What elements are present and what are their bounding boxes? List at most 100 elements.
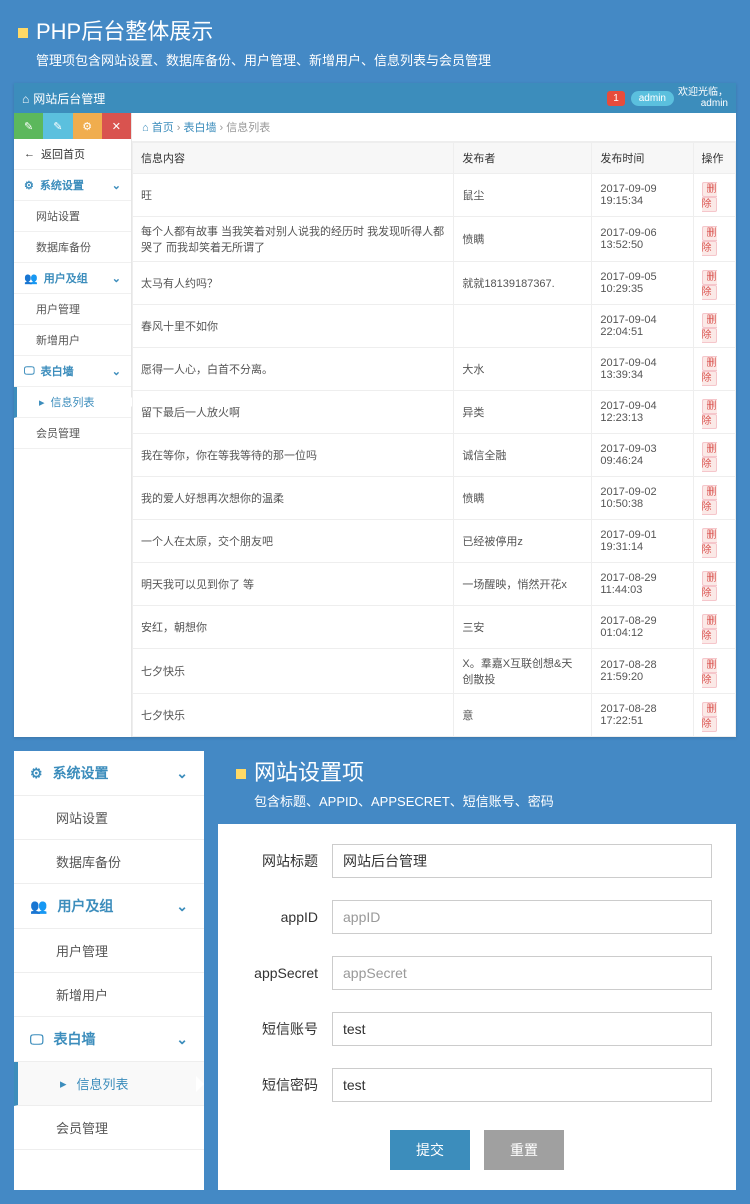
input-sms-account[interactable] bbox=[332, 1012, 712, 1046]
delete-button[interactable]: 删除 bbox=[702, 702, 717, 732]
sidebar-group-users[interactable]: 👥用户及组⌄ bbox=[14, 263, 131, 294]
cell-content: 春风十里不如你 bbox=[133, 305, 454, 348]
label-title: 网站标题 bbox=[242, 851, 332, 871]
section1-sub: 管理项包含网站设置、数据库备份、用户管理、新增用户、信息列表与会员管理 bbox=[0, 50, 750, 83]
sidebar-color-buttons: ✎ ✎ ⚙ ✕ bbox=[14, 113, 131, 139]
cell-time: 2017-09-09 19:15:34 bbox=[592, 174, 693, 217]
cell-user: 大水 bbox=[454, 348, 592, 391]
label-appid: appID bbox=[242, 909, 332, 925]
back-icon: ← bbox=[24, 148, 35, 160]
table-row: 太马有人约吗？就就18139187367.2017-09-05 10:29:35… bbox=[133, 262, 736, 305]
input-site-title[interactable] bbox=[332, 844, 712, 878]
delete-button[interactable]: 删除 bbox=[702, 270, 717, 300]
gear-icon: ⚙ bbox=[30, 765, 43, 782]
input-appid[interactable] bbox=[332, 900, 712, 934]
sb2-site-settings[interactable]: 网站设置 bbox=[14, 796, 204, 840]
header-bar: 网站后台管理 1 admin 欢迎光临， admin bbox=[14, 83, 736, 113]
table-header: 操作 bbox=[693, 143, 735, 174]
red-button[interactable]: ✕ bbox=[102, 113, 131, 139]
sb2-add-user[interactable]: 新增用户 bbox=[14, 973, 204, 1017]
section2-title: 网站设置项 bbox=[218, 751, 736, 791]
cell-content: 旺 bbox=[133, 174, 454, 217]
delete-button[interactable]: 删除 bbox=[702, 571, 717, 601]
cell-content: 太马有人约吗？ bbox=[133, 262, 454, 305]
sidebar: ✎ ✎ ⚙ ✕ ←返回首页 ⚙系统设置⌄ 网站设置 数据库备份 👥用户及组⌄ 用… bbox=[14, 113, 132, 737]
delete-button[interactable]: 删除 bbox=[702, 182, 717, 212]
chevron-down-icon: ⌄ bbox=[112, 365, 121, 378]
table-row: 我在等你，你在等我等待的那一位吗诚信全融2017-09-03 09:46:24 删… bbox=[133, 434, 736, 477]
cell-time: 2017-09-04 13:39:34 bbox=[592, 348, 693, 391]
chevron-down-icon: ⌄ bbox=[176, 898, 188, 915]
sidebar-member-mgmt[interactable]: 会员管理 bbox=[14, 418, 131, 449]
table-header: 发布时间 bbox=[592, 143, 693, 174]
sidebar-info-list[interactable]: ▸信息列表 bbox=[14, 387, 131, 418]
cell-content: 七夕快乐 bbox=[133, 649, 454, 694]
table-row: 春风十里不如你 2017-09-04 22:04:51 删除 bbox=[133, 305, 736, 348]
cell-time: 2017-09-06 13:52:50 bbox=[592, 217, 693, 262]
delete-button[interactable]: 删除 bbox=[702, 226, 717, 256]
input-sms-password[interactable] bbox=[332, 1068, 712, 1102]
admin-tag[interactable]: admin bbox=[631, 91, 674, 106]
sidebar-group-system[interactable]: ⚙系统设置⌄ bbox=[14, 170, 131, 201]
delete-button[interactable]: 删除 bbox=[702, 528, 717, 558]
monitor-icon: 🖵 bbox=[24, 365, 35, 378]
cell-user: 就就18139187367. bbox=[454, 262, 592, 305]
sb2-info-list[interactable]: ▸ 信息列表 bbox=[14, 1062, 204, 1106]
reset-button[interactable]: 重置 bbox=[484, 1130, 564, 1170]
delete-button[interactable]: 删除 bbox=[702, 614, 717, 644]
chevron-down-icon: ⌄ bbox=[176, 1031, 188, 1048]
submit-button[interactable]: 提交 bbox=[390, 1130, 470, 1170]
delete-button[interactable]: 删除 bbox=[702, 485, 717, 515]
cell-time: 2017-09-02 10:50:38 bbox=[592, 477, 693, 520]
sb2-system[interactable]: ⚙系统设置⌄ bbox=[14, 751, 204, 796]
sidebar-add-user[interactable]: 新增用户 bbox=[14, 325, 131, 356]
users-icon: 👥 bbox=[24, 272, 38, 285]
delete-button[interactable]: 删除 bbox=[702, 399, 717, 429]
cell-action: 删除 bbox=[693, 174, 735, 217]
sb2-member-mgmt[interactable]: 会员管理 bbox=[14, 1106, 204, 1150]
cyan-button[interactable]: ✎ bbox=[43, 113, 72, 139]
cell-time: 2017-09-03 09:46:24 bbox=[592, 434, 693, 477]
cell-content: 安红，朝想你 bbox=[133, 606, 454, 649]
orange-button[interactable]: ⚙ bbox=[73, 113, 102, 139]
sb2-users[interactable]: 👥用户及组⌄ bbox=[14, 884, 204, 929]
cell-action: 删除 bbox=[693, 217, 735, 262]
cell-user: 一场醒映，悄然开花x bbox=[454, 563, 592, 606]
sidebar-db-backup[interactable]: 数据库备份 bbox=[14, 232, 131, 263]
sb2-user-mgmt[interactable]: 用户管理 bbox=[14, 929, 204, 973]
sidebar-site-settings[interactable]: 网站设置 bbox=[14, 201, 131, 232]
sidebar2: ⚙系统设置⌄ 网站设置 数据库备份 👥用户及组⌄ 用户管理 新增用户 🖵表白墙⌄… bbox=[14, 751, 204, 1190]
delete-button[interactable]: 删除 bbox=[702, 313, 717, 343]
crumb-mid[interactable]: 表白墙 bbox=[183, 122, 216, 134]
delete-button[interactable]: 删除 bbox=[702, 658, 717, 688]
chevron-down-icon: ⌄ bbox=[112, 272, 121, 285]
cell-content: 七夕快乐 bbox=[133, 694, 454, 737]
sidebar-group-wall[interactable]: 🖵表白墙⌄ bbox=[14, 356, 131, 387]
cell-time: 2017-09-04 22:04:51 bbox=[592, 305, 693, 348]
label-sms-password: 短信密码 bbox=[242, 1075, 332, 1095]
delete-button[interactable]: 删除 bbox=[702, 442, 717, 472]
crumb-home[interactable]: ⌂ 首页 bbox=[142, 122, 174, 134]
cell-content: 愿得一人心，白首不分离。 bbox=[133, 348, 454, 391]
cell-action: 删除 bbox=[693, 520, 735, 563]
delete-button[interactable]: 删除 bbox=[702, 356, 717, 386]
sidebar-back[interactable]: ←返回首页 bbox=[14, 139, 131, 170]
label-appsecret: appSecret bbox=[242, 965, 332, 981]
cell-user bbox=[454, 305, 592, 348]
green-button[interactable]: ✎ bbox=[14, 113, 43, 139]
cell-action: 删除 bbox=[693, 649, 735, 694]
header-title: 网站后台管理 bbox=[22, 90, 607, 107]
main-content: ⌂ 首页 › 表白墙 › 信息列表 信息内容发布者发布时间操作 旺鼠尘2017-… bbox=[132, 113, 736, 737]
welcome-text: 欢迎光临， admin bbox=[678, 87, 728, 109]
cell-user: 诚信全融 bbox=[454, 434, 592, 477]
cell-content: 我在等你，你在等我等待的那一位吗 bbox=[133, 434, 454, 477]
cell-time: 2017-08-29 01:04:12 bbox=[592, 606, 693, 649]
gear-icon: ⚙ bbox=[24, 179, 34, 192]
sb2-wall[interactable]: 🖵表白墙⌄ bbox=[14, 1017, 204, 1062]
cell-action: 删除 bbox=[693, 477, 735, 520]
sidebar-user-mgmt[interactable]: 用户管理 bbox=[14, 294, 131, 325]
input-appsecret[interactable] bbox=[332, 956, 712, 990]
notification-badge[interactable]: 1 bbox=[607, 91, 625, 106]
cell-content: 明天我可以见到你了 等 bbox=[133, 563, 454, 606]
sb2-db-backup[interactable]: 数据库备份 bbox=[14, 840, 204, 884]
